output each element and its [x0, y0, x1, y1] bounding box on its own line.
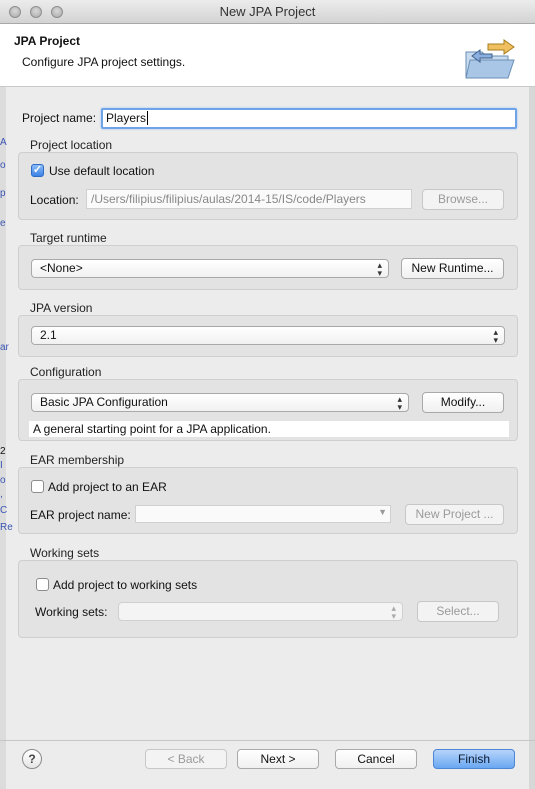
title-bar: New JPA Project: [0, 0, 535, 24]
browse-button[interactable]: Browse...: [422, 189, 504, 210]
configuration-select[interactable]: Basic JPA Configuration ▴ ▾: [31, 393, 409, 412]
updown-arrows-icon: ▴ ▾: [397, 394, 402, 412]
page-title: JPA Project: [14, 34, 81, 48]
working-sets-title: Working sets: [30, 546, 100, 560]
bg-fragment: ,: [0, 489, 3, 500]
project-name-input[interactable]: Players: [101, 108, 517, 129]
use-default-location-checkbox[interactable]: ✓: [31, 164, 44, 177]
target-runtime-select[interactable]: <None> ▴ ▾: [31, 259, 389, 278]
finish-button[interactable]: Finish: [433, 749, 515, 769]
dropdown-arrow-icon: ▼: [378, 507, 387, 517]
configuration-value: Basic JPA Configuration: [40, 395, 168, 409]
add-to-working-sets-label: Add project to working sets: [53, 578, 198, 592]
next-button[interactable]: Next >: [237, 749, 319, 769]
new-ear-project-button[interactable]: New Project ...: [405, 504, 504, 525]
add-to-working-sets-checkbox[interactable]: [36, 578, 49, 591]
bg-fragment: A: [0, 137, 7, 148]
bg-fragment: Re: [0, 522, 13, 533]
bg-fragment: o: [0, 160, 6, 171]
target-runtime-value: <None>: [40, 261, 83, 275]
cancel-button[interactable]: Cancel: [335, 749, 417, 769]
bg-fragment: C: [0, 505, 8, 516]
jpa-version-select[interactable]: 2.1 ▴ ▾: [31, 326, 505, 345]
target-runtime-title: Target runtime: [30, 231, 107, 245]
page-subtitle: Configure JPA project settings.: [22, 55, 186, 69]
working-sets-select[interactable]: ▴ ▾: [118, 602, 403, 621]
background-strip-right: [529, 87, 535, 789]
updown-arrows-icon: ▴ ▾: [493, 327, 498, 345]
bg-fragment: o: [0, 475, 6, 486]
wizard-header: JPA Project Configure JPA project settin…: [0, 24, 535, 87]
location-input[interactable]: /Users/filipius/filipius/aulas/2014-15/I…: [86, 189, 412, 209]
location-label: Location:: [30, 193, 79, 207]
select-working-sets-button[interactable]: Select...: [417, 601, 499, 622]
jpa-version-title: JPA version: [30, 301, 93, 315]
bg-fragment: e: [0, 218, 6, 229]
project-location-title: Project location: [30, 138, 113, 152]
new-runtime-button[interactable]: New Runtime...: [401, 258, 504, 279]
jpa-version-value: 2.1: [40, 328, 57, 342]
bg-fragment: I: [0, 460, 3, 471]
ear-membership-title: EAR membership: [30, 453, 125, 467]
updown-arrows-icon: ▴ ▾: [391, 603, 396, 621]
working-sets-group: [18, 560, 518, 638]
bg-fragment: p: [0, 188, 6, 199]
ear-project-name-combo[interactable]: ▼: [135, 505, 391, 523]
back-button[interactable]: < Back: [145, 749, 227, 769]
working-sets-label: Working sets:: [35, 605, 108, 619]
use-default-location-label: Use default location: [49, 164, 155, 178]
bg-fragment: ar: [0, 342, 9, 353]
bg-fragment: 2: [0, 446, 6, 457]
folder-wizard-icon: [465, 39, 515, 79]
help-icon[interactable]: ?: [22, 749, 42, 769]
project-name-label: Project name:: [22, 111, 97, 125]
configuration-title: Configuration: [30, 365, 102, 379]
project-name-value: Players: [106, 111, 147, 125]
add-to-ear-label: Add project to an EAR: [48, 480, 167, 494]
add-to-ear-checkbox[interactable]: [31, 480, 44, 493]
configuration-description: A general starting point for a JPA appli…: [29, 421, 509, 437]
ear-project-name-label: EAR project name:: [30, 508, 131, 522]
updown-arrows-icon: ▴ ▾: [377, 260, 382, 278]
footer-separator: [0, 740, 535, 741]
window-title: New JPA Project: [219, 4, 316, 19]
modify-button[interactable]: Modify...: [422, 392, 504, 413]
